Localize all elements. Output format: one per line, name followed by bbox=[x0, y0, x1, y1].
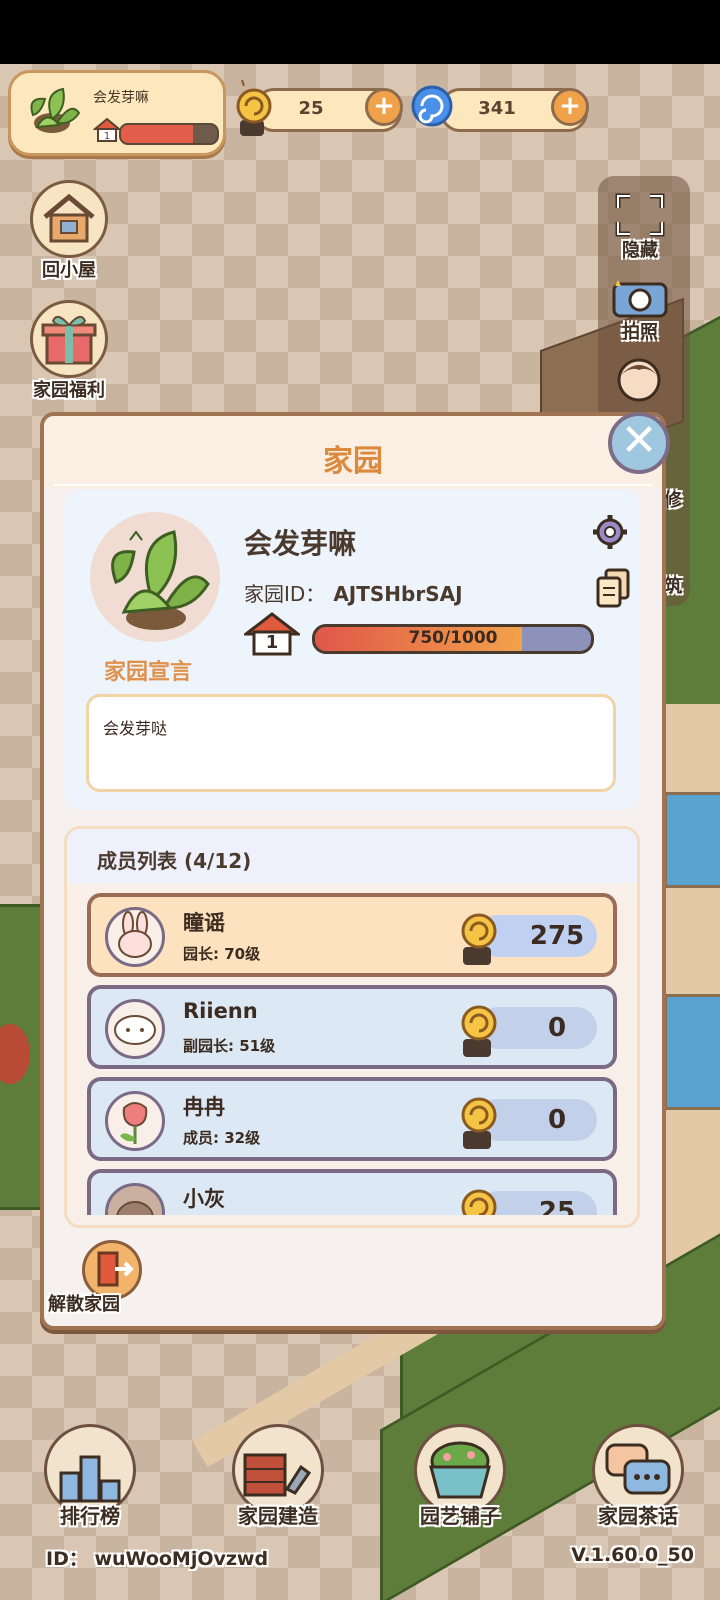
blue-swirl-icon bbox=[411, 85, 453, 127]
app-version: V.1.60.0_50 bbox=[571, 1544, 694, 1566]
member-list-title: 成员列表 (4/12) bbox=[97, 849, 252, 873]
character-icon[interactable] bbox=[612, 352, 666, 406]
bear-icon bbox=[116, 1201, 154, 1215]
dissolve-label: 解散家园 bbox=[48, 1294, 120, 1315]
home-exp-mini-bar bbox=[119, 123, 219, 145]
home-level-badge: 1 bbox=[241, 612, 303, 656]
add-snail-button[interactable]: + bbox=[365, 88, 403, 126]
photo-label: 拍照 bbox=[622, 322, 658, 343]
home-name: 会发芽嘛 bbox=[244, 527, 357, 560]
member-name: 瞳谣 bbox=[183, 911, 225, 935]
partial-label-2: 筑 bbox=[664, 576, 682, 597]
garden-shop-button[interactable]: 园艺铺子 bbox=[400, 1424, 520, 1534]
copy-icon[interactable] bbox=[596, 568, 630, 608]
home-exp-text: 750/1000 bbox=[408, 628, 498, 648]
home-avatar bbox=[90, 512, 220, 642]
member-name: 冉冉 bbox=[183, 1095, 225, 1119]
member-list-card: 成员列表 (4/12) 瞳谣 园长: 70级 275 Riienn 副园长: 5… bbox=[64, 826, 640, 1228]
snail-trophy-icon bbox=[461, 913, 497, 965]
member-score: 25 bbox=[538, 1197, 576, 1215]
member-score: 0 bbox=[547, 1013, 567, 1043]
camera-icon[interactable] bbox=[608, 276, 672, 320]
home-name-small: 会发芽嘛 bbox=[93, 90, 149, 106]
home-id-label: 家园ID： bbox=[244, 582, 326, 606]
manifesto-label: 家园宣言 bbox=[104, 660, 193, 685]
snail-trophy-icon bbox=[461, 1189, 497, 1215]
pool bbox=[664, 994, 720, 1110]
home-build-button[interactable]: 家园建造 bbox=[218, 1424, 338, 1534]
player-id: ID： wuWooMjOvzwd bbox=[46, 1548, 269, 1570]
member-avatar bbox=[105, 907, 165, 967]
home-info-card: 会发芽嘛 家园ID： AJTSHbrSAJ 1 750/1000 家园宣言 会发芽… bbox=[64, 490, 640, 810]
home-level-icon: 1 bbox=[93, 117, 121, 142]
manifesto-box[interactable]: 会发芽哒 bbox=[86, 694, 616, 792]
sprout-icon bbox=[111, 530, 210, 630]
member-list[interactable]: 瞳谣 园长: 70级 275 Riienn 副园长: 51级 0 冉冉 成员: … bbox=[67, 883, 637, 1215]
snail-trophy-icon bbox=[461, 1097, 497, 1149]
home-id-value: AJTSHbrSAJ bbox=[333, 582, 463, 606]
modal-title: 家园 bbox=[323, 444, 383, 479]
manifesto-text: 会发芽哒 bbox=[103, 719, 168, 738]
rabbit-icon bbox=[118, 911, 152, 958]
hide-frame-icon[interactable] bbox=[614, 192, 666, 238]
member-row[interactable]: Riienn 副园长: 51级 0 bbox=[87, 985, 617, 1069]
home-exp-bar: 750/1000 bbox=[312, 624, 594, 654]
member-list-header: 成员列表 (4/12) bbox=[67, 829, 637, 883]
gear-icon[interactable] bbox=[592, 514, 628, 550]
member-role: 园长: 70级 bbox=[183, 945, 261, 963]
member-row[interactable]: 瞳谣 园长: 70级 275 bbox=[87, 893, 617, 977]
member-role: 成员: 32级 bbox=[183, 1129, 261, 1147]
member-avatar bbox=[105, 1091, 165, 1151]
partial-label-1: 修 bbox=[664, 490, 682, 511]
ranking-label: 排行榜 bbox=[60, 1504, 120, 1528]
member-avatar bbox=[105, 1183, 165, 1215]
member-score: 275 bbox=[529, 921, 585, 951]
welfare-label: 家园福利 bbox=[33, 380, 105, 401]
member-name: Riienn bbox=[183, 999, 258, 1023]
home-profile-pill[interactable]: 会发芽嘛 1 bbox=[8, 70, 226, 156]
member-row[interactable]: 冉冉 成员: 32级 0 bbox=[87, 1077, 617, 1161]
gem-currency: 341 + bbox=[440, 88, 589, 132]
member-name: 小灰 bbox=[183, 1187, 225, 1211]
welfare-circle bbox=[30, 300, 108, 378]
snail-trophy-icon bbox=[461, 1005, 497, 1057]
home-exp-mini-fill bbox=[121, 125, 193, 143]
hide-label: 隐藏 bbox=[622, 240, 658, 261]
shop-label: 园艺铺子 bbox=[420, 1504, 500, 1528]
back-home-button[interactable]: 回小屋 bbox=[20, 180, 118, 281]
ranking-button[interactable]: 排行榜 bbox=[30, 1424, 150, 1534]
close-icon: ✕ bbox=[620, 415, 658, 466]
add-gem-button[interactable]: + bbox=[551, 88, 589, 126]
tulip-icon bbox=[120, 1102, 148, 1144]
header-divider bbox=[54, 484, 652, 486]
snail-coin-icon bbox=[236, 80, 272, 136]
build-label: 家园建造 bbox=[238, 1504, 318, 1528]
exit-door-icon bbox=[97, 1251, 134, 1287]
gift-icon bbox=[41, 315, 97, 365]
house-icon bbox=[43, 193, 95, 243]
pond bbox=[664, 792, 720, 888]
dissolve-home-button[interactable]: 解散家园 bbox=[48, 1236, 180, 1320]
modal-header: 家园 bbox=[44, 416, 662, 488]
home-id-row: 家园ID： AJTSHbrSAJ bbox=[244, 578, 463, 607]
close-modal-button[interactable]: ✕ bbox=[608, 412, 670, 474]
home-welfare-button[interactable]: 家园福利 bbox=[20, 300, 118, 401]
sheep-icon bbox=[114, 1015, 156, 1045]
svg-text:1: 1 bbox=[104, 131, 110, 142]
back-home-label: 回小屋 bbox=[42, 260, 96, 281]
chat-label: 家园茶话 bbox=[598, 1504, 678, 1528]
back-home-circle bbox=[30, 180, 108, 258]
member-role: 副园长: 51级 bbox=[183, 1037, 276, 1055]
home-level-value: 1 bbox=[265, 632, 279, 653]
member-row[interactable]: 小灰 25 bbox=[87, 1169, 617, 1215]
home-chat-button[interactable]: 家园茶话 bbox=[578, 1424, 698, 1534]
member-avatar bbox=[105, 999, 165, 1059]
gem-currency-value: 341 bbox=[478, 98, 516, 119]
sprout-avatar-icon bbox=[30, 87, 81, 133]
member-score: 0 bbox=[547, 1105, 567, 1135]
